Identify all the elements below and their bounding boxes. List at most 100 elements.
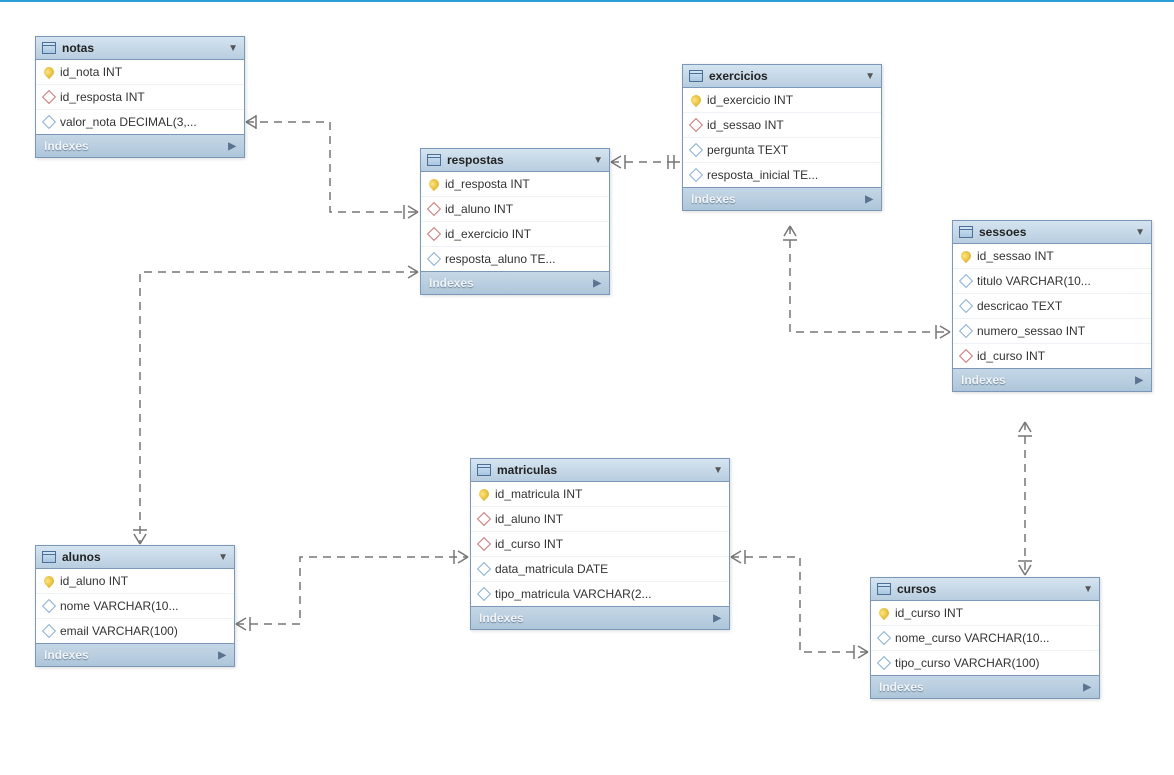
collapse-icon[interactable]: ▼ [228, 43, 238, 54]
collapse-icon[interactable]: ▼ [865, 71, 875, 82]
indexes-label: Indexes [429, 276, 474, 290]
entity-header[interactable]: respostas ▼ [421, 149, 609, 172]
entity-title: matriculas [497, 463, 557, 477]
attr-row[interactable]: id_exercicio INT [683, 88, 881, 113]
attr-row[interactable]: titulo VARCHAR(10... [953, 269, 1151, 294]
attr-label: id_exercicio INT [707, 93, 793, 107]
entity-alunos[interactable]: alunos ▼ id_aluno INT nome VARCHAR(10...… [35, 545, 235, 667]
table-icon [877, 583, 891, 595]
attr-icon [689, 143, 703, 157]
attr-label: id_sessao INT [977, 249, 1054, 263]
entity-notas[interactable]: notas ▼ id_nota INT id_resposta INT valo… [35, 36, 245, 158]
entity-sessoes[interactable]: sessoes ▼ id_sessao INT titulo VARCHAR(1… [952, 220, 1152, 392]
indexes-label: Indexes [44, 648, 89, 662]
entity-header[interactable]: matriculas ▼ [471, 459, 729, 482]
attr-icon [877, 631, 891, 645]
fk-icon [427, 202, 441, 216]
attr-row[interactable]: valor_nota DECIMAL(3,... [36, 110, 244, 134]
attr-row[interactable]: resposta_aluno TE... [421, 247, 609, 271]
attr-label: id_sessao INT [707, 118, 784, 132]
attr-icon [42, 599, 56, 613]
entity-header[interactable]: cursos ▼ [871, 578, 1099, 601]
expand-icon: ▶ [1083, 682, 1091, 693]
indexes-footer[interactable]: Indexes▶ [471, 606, 729, 629]
attr-row[interactable]: id_aluno INT [36, 569, 234, 594]
attr-row[interactable]: pergunta TEXT [683, 138, 881, 163]
attr-row[interactable]: data_matricula DATE [471, 557, 729, 582]
entity-respostas[interactable]: respostas ▼ id_resposta INT id_aluno INT… [420, 148, 610, 295]
attr-row[interactable]: id_nota INT [36, 60, 244, 85]
fk-icon [477, 512, 491, 526]
attr-row[interactable]: id_exercicio INT [421, 222, 609, 247]
attr-icon [959, 324, 973, 338]
indexes-footer[interactable]: Indexes ▶ [953, 368, 1151, 391]
attr-label: id_exercicio INT [445, 227, 531, 241]
attr-label: valor_nota DECIMAL(3,... [60, 115, 197, 129]
pk-icon [42, 574, 56, 588]
expand-icon: ▶ [1135, 375, 1143, 386]
pk-icon [42, 65, 56, 79]
entity-body: id_sessao INT titulo VARCHAR(10... descr… [953, 244, 1151, 368]
indexes-footer[interactable]: Indexes▶ [683, 187, 881, 210]
pk-icon [959, 249, 973, 263]
fk-icon [959, 349, 973, 363]
attr-row[interactable]: id_resposta INT [36, 85, 244, 110]
attr-row[interactable]: id_matricula INT [471, 482, 729, 507]
indexes-footer[interactable]: Indexes ▶ [36, 134, 244, 157]
collapse-icon[interactable]: ▼ [1083, 584, 1093, 595]
attr-label: nome VARCHAR(10... [60, 599, 178, 613]
indexes-footer[interactable]: Indexes ▶ [871, 675, 1099, 698]
collapse-icon[interactable]: ▼ [713, 465, 723, 476]
attr-row[interactable]: nome VARCHAR(10... [36, 594, 234, 619]
table-icon [42, 42, 56, 54]
attr-row[interactable]: email VARCHAR(100) [36, 619, 234, 643]
indexes-label: Indexes [961, 373, 1006, 387]
attr-row[interactable]: id_curso INT [871, 601, 1099, 626]
attr-row[interactable]: id_sessao INT [953, 244, 1151, 269]
expand-icon: ▶ [218, 650, 226, 661]
attr-row[interactable]: id_curso INT [953, 344, 1151, 368]
attr-row[interactable]: id_sessao INT [683, 113, 881, 138]
attr-row[interactable]: id_curso INT [471, 532, 729, 557]
entity-header[interactable]: exercicios ▼ [683, 65, 881, 88]
attr-row[interactable]: descricao TEXT [953, 294, 1151, 319]
attr-label: resposta_inicial TE... [707, 168, 818, 182]
attr-label: id_aluno INT [495, 512, 563, 526]
attr-label: id_curso INT [495, 537, 563, 551]
entity-header[interactable]: sessoes ▼ [953, 221, 1151, 244]
collapse-icon[interactable]: ▼ [218, 552, 228, 563]
collapse-icon[interactable]: ▼ [1135, 227, 1145, 238]
attr-label: nome_curso VARCHAR(10... [895, 631, 1050, 645]
attr-label: id_curso INT [895, 606, 963, 620]
attr-icon [959, 299, 973, 313]
fk-icon [427, 227, 441, 241]
expand-icon: ▶ [228, 141, 236, 152]
indexes-label: Indexes [879, 680, 924, 694]
attr-label: tipo_curso VARCHAR(100) [895, 656, 1040, 670]
attr-row[interactable]: numero_sessao INT [953, 319, 1151, 344]
attr-icon [42, 115, 56, 129]
attr-icon [689, 168, 703, 182]
attr-row[interactable]: id_resposta INT [421, 172, 609, 197]
collapse-icon[interactable]: ▼ [593, 155, 603, 166]
attr-row[interactable]: id_aluno INT [421, 197, 609, 222]
attr-row[interactable]: id_aluno INT [471, 507, 729, 532]
entity-header[interactable]: alunos ▼ [36, 546, 234, 569]
entity-exercicios[interactable]: exercicios ▼ id_exercicio INT id_sessao … [682, 64, 882, 211]
indexes-footer[interactable]: Indexes ▶ [36, 643, 234, 666]
table-icon [42, 551, 56, 563]
entity-cursos[interactable]: cursos ▼ id_curso INT nome_curso VARCHAR… [870, 577, 1100, 699]
attr-label: tipo_matricula VARCHAR(2... [495, 587, 652, 601]
attr-row[interactable]: tipo_curso VARCHAR(100) [871, 651, 1099, 675]
entity-title: notas [62, 41, 94, 55]
expand-icon: ▶ [593, 278, 601, 289]
entity-body: id_resposta INT id_aluno INT id_exercici… [421, 172, 609, 271]
attr-row[interactable]: resposta_inicial TE... [683, 163, 881, 187]
entity-matriculas[interactable]: matriculas ▼ id_matricula INT id_aluno I… [470, 458, 730, 630]
indexes-label: Indexes [44, 139, 89, 153]
expand-icon: ▶ [865, 194, 873, 205]
entity-header[interactable]: notas ▼ [36, 37, 244, 60]
attr-row[interactable]: nome_curso VARCHAR(10... [871, 626, 1099, 651]
attr-row[interactable]: tipo_matricula VARCHAR(2... [471, 582, 729, 606]
indexes-footer[interactable]: Indexes ▶ [421, 271, 609, 294]
